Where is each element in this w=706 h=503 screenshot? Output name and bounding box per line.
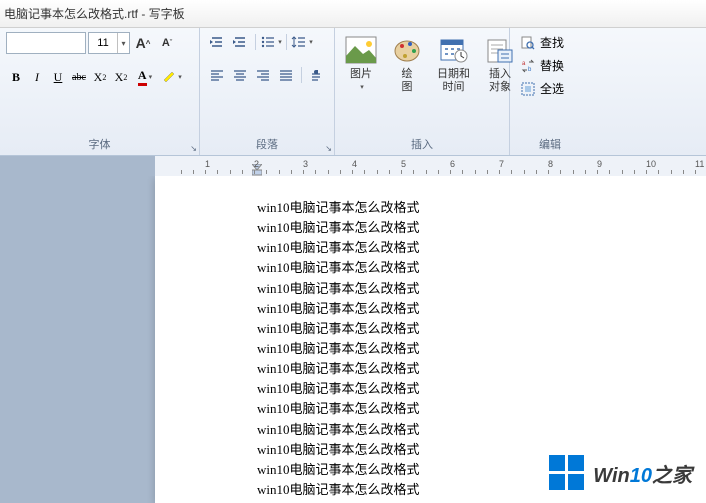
bullet-list-button[interactable]: ▾	[260, 32, 282, 52]
ruler-number: 7	[499, 159, 504, 169]
replace-button[interactable]: ab 替换	[516, 55, 584, 76]
ribbon-group-paragraph: ▾ ▾	[200, 28, 335, 155]
font-size-combo[interactable]: 11 ▾	[88, 32, 130, 54]
ruler-number: 10	[646, 159, 656, 169]
ruler-number: 2	[254, 159, 259, 169]
paint-icon	[391, 34, 423, 66]
document-line[interactable]: win10电脑记事本怎么改格式	[155, 238, 706, 258]
find-button[interactable]: 查找	[516, 32, 584, 53]
superscript-button[interactable]: X2	[111, 67, 131, 87]
insert-group-label: 插入	[341, 133, 503, 155]
align-left-button[interactable]	[206, 65, 228, 85]
chevron-down-icon: ▾	[360, 83, 364, 91]
decrease-indent-button[interactable]	[206, 32, 228, 52]
document-line[interactable]: win10电脑记事本怎么改格式	[155, 420, 706, 440]
italic-button[interactable]: I	[27, 67, 47, 87]
edit-group-label: 编辑	[516, 133, 584, 155]
document-line[interactable]: win10电脑记事本怎么改格式	[155, 339, 706, 359]
document-line[interactable]: win10电脑记事本怎么改格式	[155, 319, 706, 339]
ribbon-group-insert: 图片 ▾ 绘 图 日期和 时间	[335, 28, 510, 155]
ruler-number: 11	[695, 159, 704, 169]
ruler-number: 8	[548, 159, 553, 169]
selectall-button[interactable]: 全选	[516, 78, 584, 99]
ruler-number: 4	[352, 159, 357, 169]
ruler-number: 6	[450, 159, 455, 169]
find-icon	[520, 35, 536, 51]
insert-paint-button[interactable]: 绘 图	[387, 32, 427, 96]
svg-text:a: a	[522, 61, 526, 67]
ruler-number: 1	[205, 159, 210, 169]
insert-datetime-label: 日期和 时间	[437, 68, 470, 94]
watermark: Win10之家	[549, 455, 692, 491]
ruler-number: 3	[303, 159, 308, 169]
subscript-button[interactable]: X2	[90, 67, 110, 87]
shrink-font-button[interactable]: Aˇ	[156, 32, 178, 54]
chevron-down-icon[interactable]: ▾	[117, 33, 129, 53]
font-group-label: 字体	[6, 133, 193, 155]
strike-button[interactable]: abc	[69, 67, 89, 87]
font-dialog-launcher[interactable]: ↘	[190, 144, 197, 153]
line-spacing-button[interactable]: ▾	[291, 32, 313, 52]
bold-button[interactable]: B	[6, 67, 26, 87]
window-title: 电脑记事本怎么改格式.rtf - 写字板	[4, 5, 185, 22]
align-right-button[interactable]	[252, 65, 274, 85]
insert-picture-label: 图片	[350, 68, 372, 81]
svg-text:b: b	[528, 67, 532, 73]
insert-datetime-button[interactable]: 日期和 时间	[433, 32, 474, 96]
font-size-value: 11	[89, 37, 117, 49]
document-area: win10电脑记事本怎么改格式win10电脑记事本怎么改格式win10电脑记事本…	[0, 176, 706, 503]
document-page[interactable]: win10电脑记事本怎么改格式win10电脑记事本怎么改格式win10电脑记事本…	[155, 176, 706, 503]
document-line[interactable]: win10电脑记事本怎么改格式	[155, 299, 706, 319]
replace-label: 替换	[540, 57, 564, 74]
align-center-button[interactable]	[229, 65, 251, 85]
insert-paint-label: 绘 图	[402, 68, 413, 94]
paragraph-dialog-button[interactable]	[306, 65, 328, 85]
align-justify-button[interactable]	[275, 65, 297, 85]
ruler-number: 5	[401, 159, 406, 169]
calendar-icon	[438, 34, 470, 66]
increase-indent-button[interactable]	[229, 32, 251, 52]
ribbon-group-edit: 查找 ab 替换 全选 编辑	[510, 28, 590, 155]
ruler-number: 9	[597, 159, 602, 169]
selectall-icon	[520, 81, 536, 97]
selectall-label: 全选	[540, 80, 564, 97]
replace-icon: ab	[520, 58, 536, 74]
document-line[interactable]: win10电脑记事本怎么改格式	[155, 359, 706, 379]
ribbon-group-font: 11 ▾ A^ Aˇ B I U abc X2 X2 A▾ ▾	[0, 28, 200, 155]
watermark-text: Win10之家	[593, 459, 692, 488]
titlebar: 电脑记事本怎么改格式.rtf - 写字板	[0, 0, 706, 28]
insert-object-label: 插入 对象	[489, 68, 511, 94]
document-line[interactable]: win10电脑记事本怎么改格式	[155, 218, 706, 238]
highlight-button[interactable]: ▾	[159, 67, 185, 87]
grow-font-button[interactable]: A^	[132, 32, 154, 54]
insert-picture-button[interactable]: 图片 ▾	[341, 32, 381, 96]
document-line[interactable]: win10电脑记事本怎么改格式	[155, 258, 706, 278]
ribbon: 11 ▾ A^ Aˇ B I U abc X2 X2 A▾ ▾	[0, 28, 706, 156]
document-line[interactable]: win10电脑记事本怎么改格式	[155, 399, 706, 419]
find-label: 查找	[540, 34, 564, 51]
paragraph-group-label: 段落	[206, 133, 328, 155]
windows-logo-icon	[549, 455, 585, 491]
document-line[interactable]: win10电脑记事本怎么改格式	[155, 279, 706, 299]
ruler[interactable]: 1 2 3 4 5 6 7 8 9 10 11	[0, 156, 706, 176]
document-line[interactable]: win10电脑记事本怎么改格式	[155, 379, 706, 399]
picture-icon	[345, 34, 377, 66]
paragraph-dialog-launcher[interactable]: ↘	[325, 144, 332, 153]
font-color-button[interactable]: A▾	[132, 67, 158, 87]
document-line[interactable]: win10电脑记事本怎么改格式	[155, 198, 706, 218]
underline-button[interactable]: U	[48, 67, 68, 87]
